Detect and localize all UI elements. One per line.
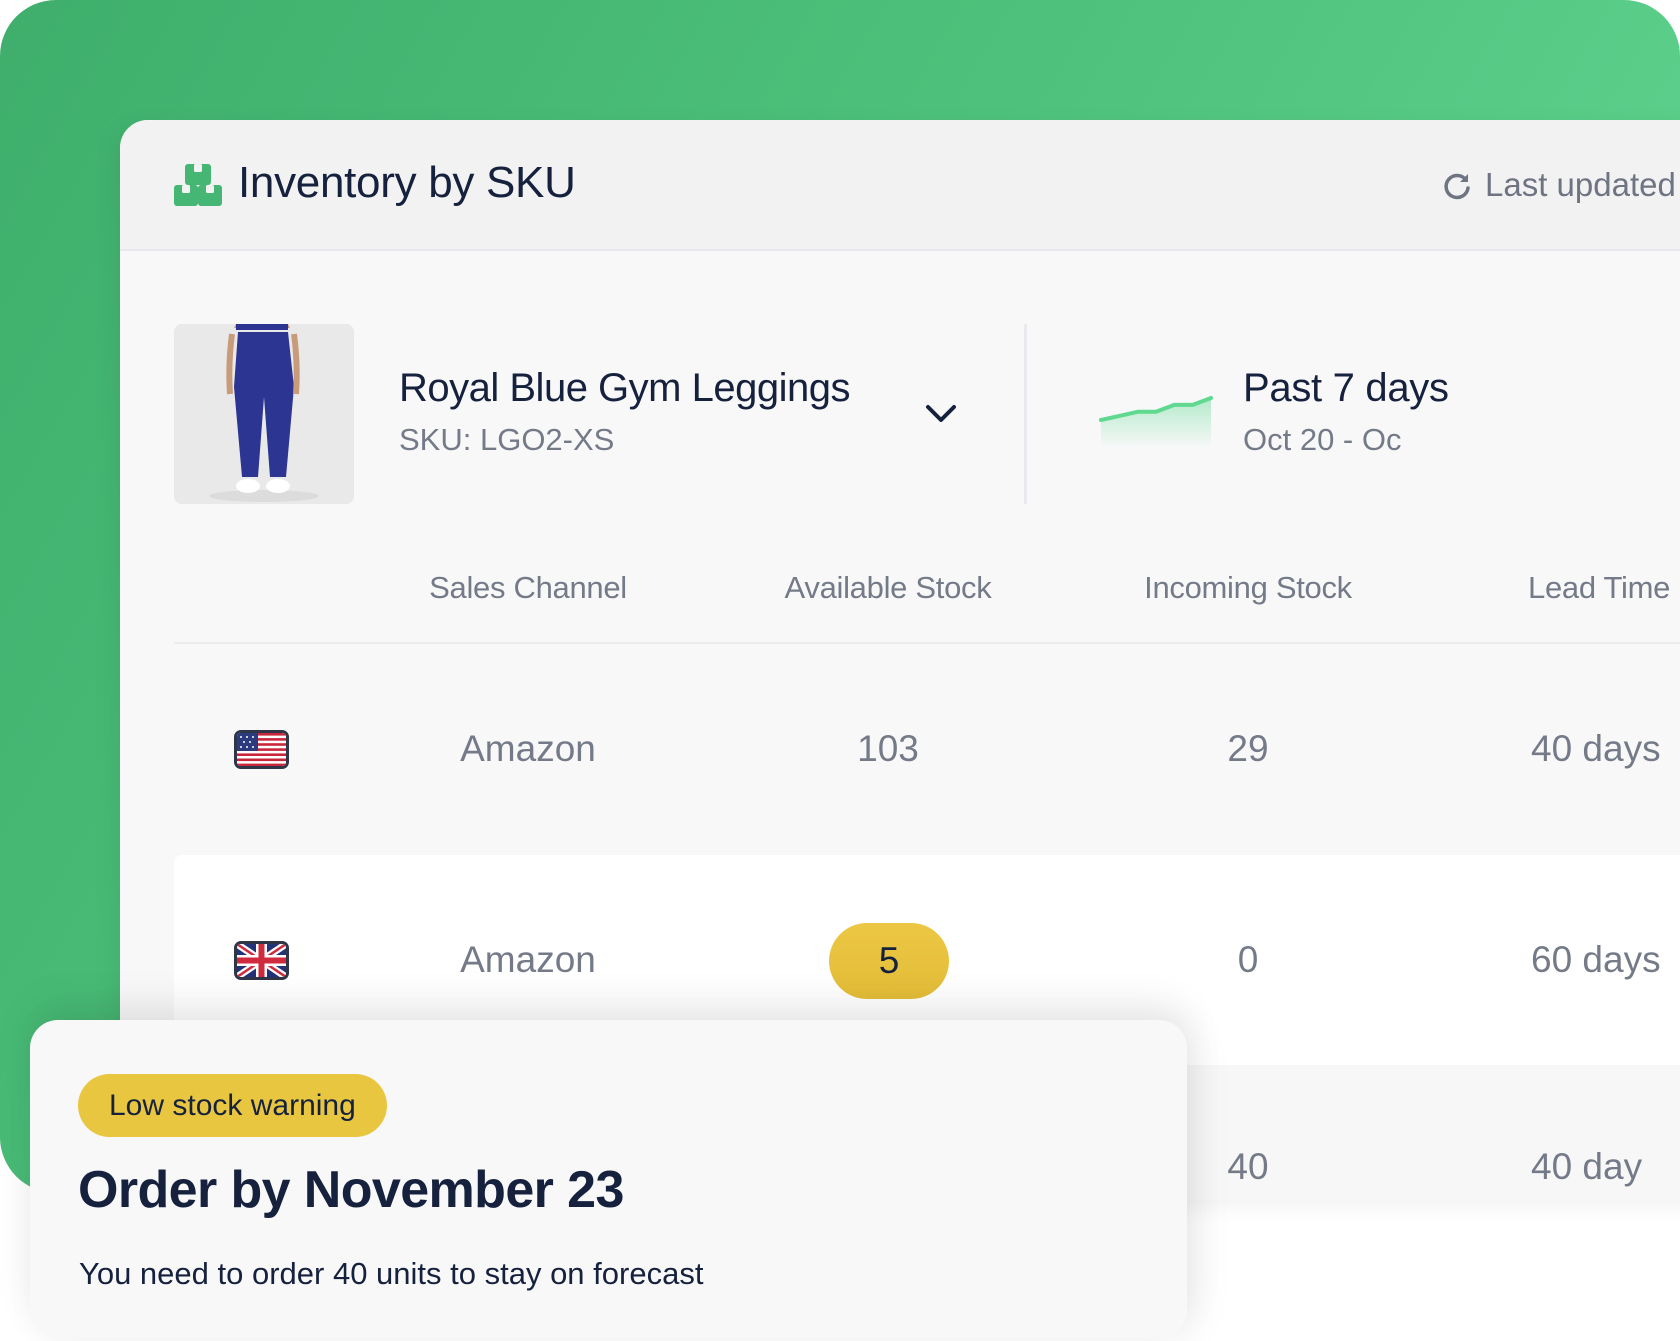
available-stock-cell: 103 [857, 728, 919, 769]
column-header-lead-time[interactable]: Lead Time [1528, 570, 1670, 606]
product-name: Royal Blue Gym Leggings [399, 366, 850, 410]
section-divider [1024, 324, 1027, 504]
incoming-stock-cell: 29 [1227, 728, 1269, 769]
channel-cell: Amazon [460, 939, 596, 980]
table-row[interactable]: Amazon 103 29 40 days [174, 644, 1680, 854]
incoming-stock-cell: 0 [1237, 939, 1259, 980]
page-title: Inventory by SKU [238, 158, 576, 207]
date-range-dates: Oct 20 - Oc [1243, 422, 1402, 457]
lead-time-cell: 40 day [1531, 1146, 1643, 1187]
leggings-photo [174, 324, 354, 504]
uk-flag-icon [234, 941, 289, 980]
product-sku: SKU: LGO2-XS [399, 422, 615, 457]
chevron-down-icon[interactable] [923, 396, 959, 432]
low-stock-badge: Low stock warning [78, 1074, 387, 1137]
us-flag-icon [234, 730, 289, 769]
product-image [174, 324, 354, 504]
refresh-icon[interactable] [1442, 171, 1472, 201]
warning-title: Order by November 23 [78, 1161, 624, 1219]
low-stock-value-badge: 5 [829, 923, 949, 999]
column-header-sales-channel[interactable]: Sales Channel [429, 570, 627, 606]
incoming-stock-cell: 40 [1227, 1146, 1269, 1187]
warning-description: You need to order 40 units to stay on fo… [79, 1256, 704, 1291]
last-updated-label: Last updated [1485, 166, 1676, 203]
sales-sparkline [1099, 396, 1213, 448]
low-stock-warning-card[interactable]: Low stock warning Order by November 23 Y… [30, 1020, 1187, 1338]
channel-cell: Amazon [460, 728, 596, 769]
column-header-incoming-stock[interactable]: Incoming Stock [1144, 570, 1352, 606]
lead-time-cell: 60 days [1531, 939, 1661, 980]
date-range-title[interactable]: Past 7 days [1243, 366, 1449, 411]
lead-time-cell: 40 days [1531, 728, 1661, 769]
panel-header: Inventory by SKU Last updated [120, 120, 1680, 251]
column-header-available-stock[interactable]: Available Stock [785, 570, 992, 606]
boxes-icon [174, 164, 222, 206]
